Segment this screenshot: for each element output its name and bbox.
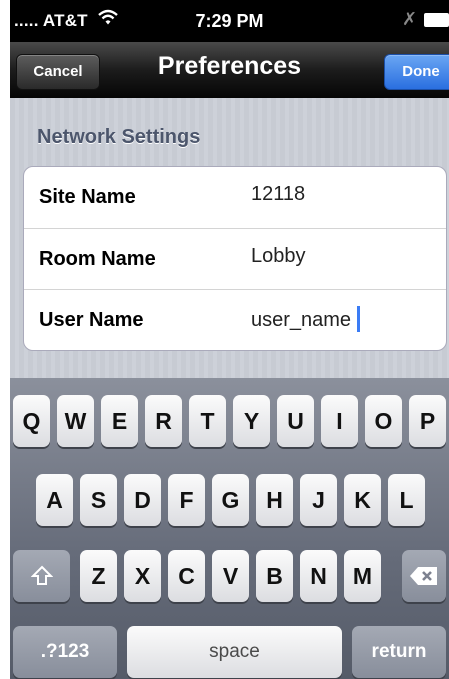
backspace-icon [410, 567, 437, 585]
settings-content: Network Settings Site Name 12118 Room Na… [10, 98, 449, 378]
room-name-row[interactable]: Room Name Lobby [24, 228, 446, 290]
room-name-field[interactable]: Lobby [251, 245, 306, 268]
key-j[interactable]: J [300, 474, 337, 526]
key-r[interactable]: R [145, 395, 182, 447]
shift-key[interactable] [13, 550, 70, 602]
key-h[interactable]: H [256, 474, 293, 526]
numbers-key[interactable]: .?123 [13, 626, 117, 678]
key-k[interactable]: K [344, 474, 381, 526]
key-m[interactable]: M [344, 550, 381, 602]
key-c[interactable]: C [168, 550, 205, 602]
key-b[interactable]: B [256, 550, 293, 602]
section-header: Network Settings [37, 126, 201, 148]
key-d[interactable]: D [124, 474, 161, 526]
keyboard: Q W E R T Y U I O P A S D F G H J K L Z … [10, 378, 449, 679]
navigation-bar: Cancel Preferences Done [10, 42, 449, 98]
settings-group: Site Name 12118 Room Name Lobby User Nam… [23, 166, 447, 351]
key-v[interactable]: V [212, 550, 249, 602]
key-p[interactable]: P [409, 395, 446, 447]
key-w[interactable]: W [57, 395, 94, 447]
done-button[interactable]: Done [384, 54, 449, 90]
user-name-value: user_name [251, 309, 352, 331]
key-x[interactable]: X [124, 550, 161, 602]
bluetooth-icon: ✗ [402, 9, 418, 29]
text-cursor [357, 306, 361, 332]
key-i[interactable]: I [321, 395, 358, 447]
key-f[interactable]: F [168, 474, 205, 526]
room-name-label: Room Name [39, 248, 156, 270]
shift-icon [30, 565, 53, 585]
backspace-key[interactable] [402, 550, 446, 602]
status-time: 7:29 PM [195, 11, 264, 31]
key-l[interactable]: L [388, 474, 425, 526]
space-key[interactable]: space [127, 626, 342, 678]
site-name-label: Site Name [39, 186, 136, 208]
key-o[interactable]: O [365, 395, 402, 447]
key-e[interactable]: E [101, 395, 138, 447]
user-name-row[interactable]: User Name user_name [24, 289, 446, 350]
key-y[interactable]: Y [233, 395, 270, 447]
key-g[interactable]: G [212, 474, 249, 526]
key-t[interactable]: T [189, 395, 226, 447]
key-q[interactable]: Q [13, 395, 50, 447]
user-name-field[interactable]: user_name [251, 306, 361, 332]
battery-icon [424, 13, 449, 27]
key-s[interactable]: S [80, 474, 117, 526]
phone-screen: ..... AT&T 7:29 PM ✗ Cancel Preferences … [10, 0, 449, 679]
site-name-row[interactable]: Site Name 12118 [24, 167, 446, 228]
return-key[interactable]: return [352, 626, 446, 678]
key-z[interactable]: Z [80, 550, 117, 602]
status-bar: ..... AT&T 7:29 PM ✗ [10, 0, 449, 42]
key-u[interactable]: U [277, 395, 314, 447]
key-n[interactable]: N [300, 550, 337, 602]
key-a[interactable]: A [36, 474, 73, 526]
site-name-field[interactable]: 12118 [251, 183, 305, 206]
user-name-label: User Name [39, 309, 144, 331]
